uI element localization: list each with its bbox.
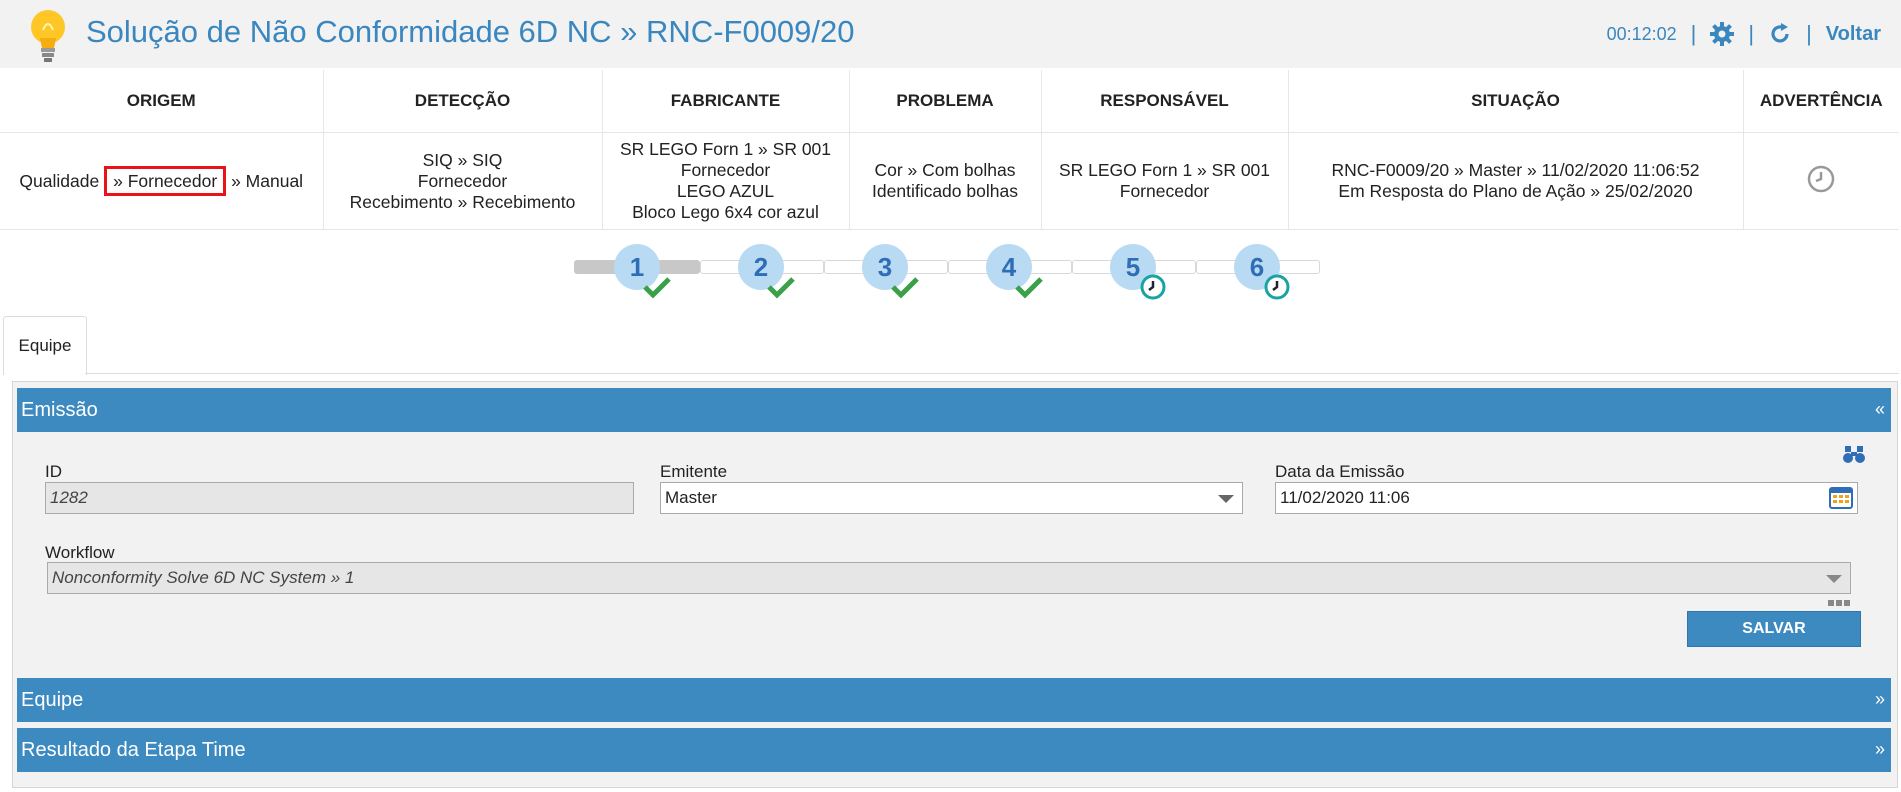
collapse-icon[interactable]: « (1875, 399, 1885, 420)
origem-cell: Qualidade » Fornecedor » Manual (0, 132, 324, 230)
separator: | (1690, 21, 1697, 46)
panel-title: Emissão (21, 398, 98, 421)
emissao-panel-header[interactable]: Emissão « (17, 388, 1891, 432)
responsavel-cell: SR LEGO Forn 1 » SR 001 Fornecedor (1041, 132, 1289, 230)
save-button[interactable]: SALVAR (1687, 611, 1861, 647)
page-title: Solução de Não Conformidade 6D NC » RNC-… (86, 14, 855, 49)
column-header: ORIGEM (0, 70, 324, 133)
workflow-steps: 1 2 3 4 5 6 (574, 244, 1324, 304)
id-field: 1282 (45, 482, 634, 514)
separator: | (1748, 21, 1755, 46)
data-emissao-field[interactable]: 11/02/2020 11:06 (1275, 482, 1858, 514)
situacao-cell: RNC-F0009/20 » Master » 11/02/2020 11:06… (1288, 132, 1744, 230)
id-label: ID (45, 462, 62, 481)
tab-divider (85, 373, 1899, 374)
chevron-down-icon (1218, 495, 1234, 503)
column-header: FABRICANTE (602, 70, 850, 133)
header-toolbar: 00:12:02 | | | Voltar (1607, 20, 1881, 48)
lightbulb-icon (31, 10, 65, 62)
back-link[interactable]: Voltar (1826, 23, 1881, 46)
check-icon (891, 277, 919, 299)
fabricante-cell: SR LEGO Forn 1 » SR 001 Fornecedor LEGO … (602, 132, 850, 230)
table-row: Qualidade » Fornecedor » Manual SIQ » SI… (0, 132, 1899, 230)
session-timer: 00:12:02 (1606, 23, 1677, 44)
emitente-select[interactable]: Master (660, 482, 1243, 514)
binoculars-icon[interactable] (1843, 444, 1865, 464)
check-icon (767, 277, 795, 299)
tab-equipe[interactable]: Equipe (3, 316, 87, 375)
column-header: ADVERTÊNCIA (1743, 70, 1899, 133)
check-icon (643, 277, 671, 299)
step-1[interactable]: 1 (614, 244, 671, 299)
gear-icon[interactable] (1710, 22, 1735, 46)
table-header-row: ORIGEM DETECÇÃO FABRICANTE PROBLEMA RESP… (0, 70, 1899, 133)
separator: | (1806, 21, 1812, 46)
emitente-label: Emitente (660, 462, 728, 481)
step-5[interactable]: 5 (1110, 244, 1166, 300)
check-icon (1015, 277, 1043, 299)
column-header: SITUAÇÃO (1288, 70, 1744, 133)
nc-summary-table: ORIGEM DETECÇÃO FABRICANTE PROBLEMA RESP… (0, 70, 1899, 230)
column-header: PROBLEMA (849, 70, 1042, 133)
panel-title: Resultado da Etapa Time (21, 738, 246, 761)
deteccao-cell: SIQ » SIQ Fornecedor Recebimento » Receb… (323, 132, 603, 230)
chevron-down-icon (1826, 575, 1842, 583)
expand-icon[interactable]: » (1875, 739, 1885, 760)
calendar-icon[interactable] (1829, 487, 1853, 509)
step-3[interactable]: 3 (862, 244, 919, 299)
advertencia-cell (1743, 132, 1899, 230)
clock-icon (1140, 274, 1166, 300)
workflow-select: Nonconformity Solve 6D NC System » 1 (47, 562, 1851, 594)
resultado-panel-header[interactable]: Resultado da Etapa Time » (17, 728, 1891, 772)
expand-icon[interactable]: » (1875, 689, 1885, 710)
step-4[interactable]: 4 (986, 244, 1043, 299)
main-content: Emissão « ID 1282 Emitente Master Data d… (12, 381, 1898, 788)
problema-cell: Cor » Com bolhas Identificado bolhas (849, 132, 1042, 230)
clock-icon (1264, 274, 1290, 300)
step-6[interactable]: 6 (1234, 244, 1290, 300)
panel-title: Equipe (21, 688, 84, 711)
more-options-icon[interactable] (1828, 600, 1850, 606)
page-header: Solução de Não Conformidade 6D NC » RNC-… (0, 0, 1901, 68)
step-2[interactable]: 2 (738, 244, 795, 299)
data-emissao-label: Data da Emissão (1275, 462, 1405, 481)
refresh-icon[interactable] (1768, 22, 1792, 46)
highlighted-origin: » Fornecedor (104, 166, 227, 196)
workflow-label: Workflow (45, 543, 115, 562)
column-header: DETECÇÃO (323, 70, 603, 133)
column-header: RESPONSÁVEL (1041, 70, 1289, 133)
equipe-panel-header[interactable]: Equipe » (17, 678, 1891, 722)
clock-icon (1808, 165, 1835, 192)
